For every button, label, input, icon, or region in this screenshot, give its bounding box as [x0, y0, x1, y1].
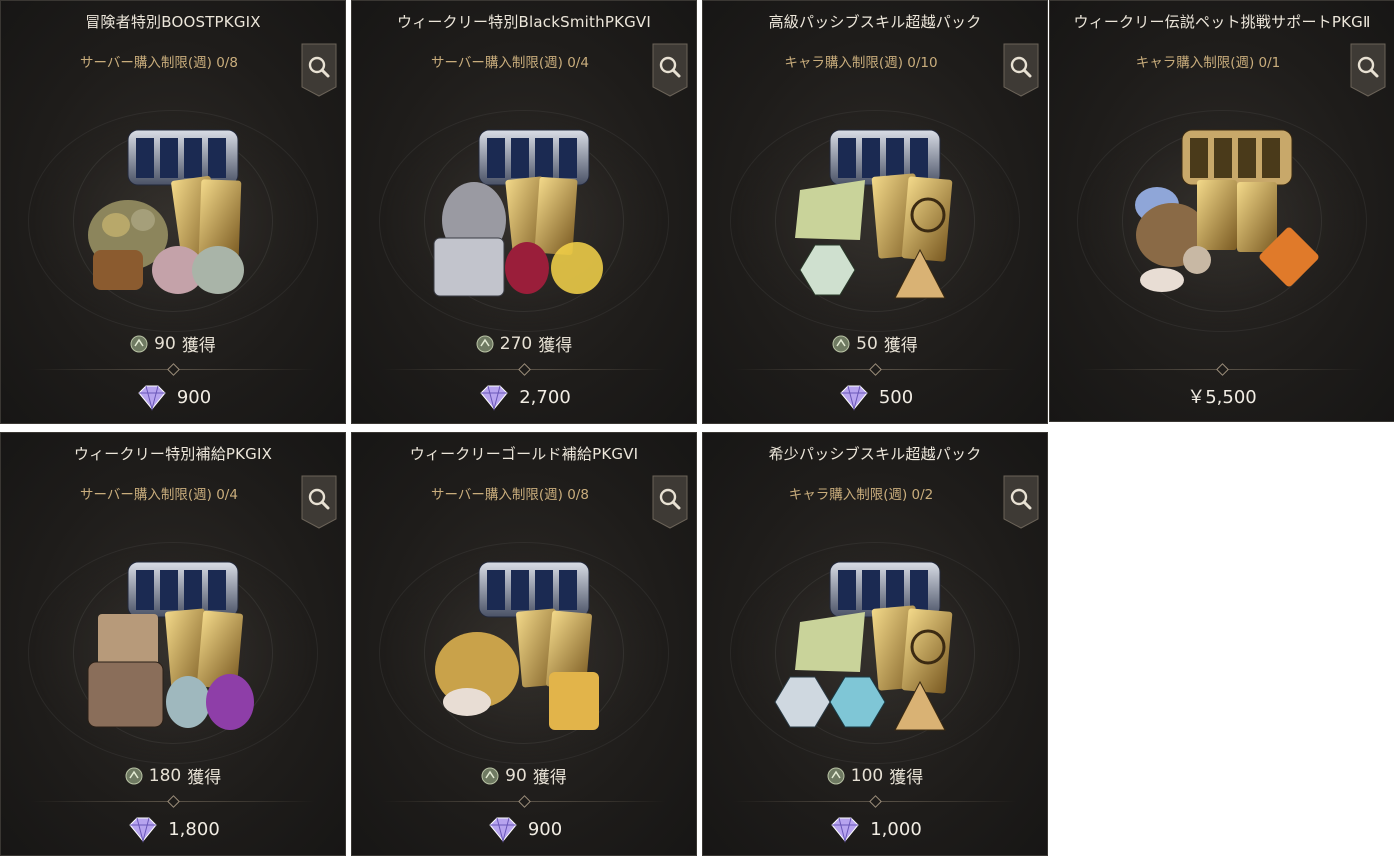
card-title: ウィークリー伝説ペット挑戦サポートPKGⅡ — [1073, 13, 1371, 31]
purchase-limit: キャラ購入制限(週) 0/1 — [1135, 55, 1281, 71]
price-value: 1,800 — [168, 818, 220, 840]
earned-points: 90 獲得 — [1, 331, 345, 356]
divider-ornament — [1216, 363, 1229, 376]
zoom-button[interactable] — [652, 475, 688, 529]
earned-points: 180 獲得 — [1, 763, 345, 788]
card-title: ウィークリーゴールド補給PKGVI — [409, 445, 639, 463]
earned-points: 90 獲得 — [352, 763, 696, 788]
shop-card-4[interactable]: ウィークリー伝説ペット挑戦サポートPKGⅡ キャラ購入制限(週) 0/1 ￥5,… — [1049, 0, 1394, 422]
card-title: 希少パッシブスキル超越パック — [768, 445, 982, 463]
zoom-button[interactable] — [1003, 475, 1039, 529]
magnifier-icon — [652, 475, 688, 529]
shop-card-7[interactable]: 希少パッシブスキル超越パック キャラ購入制限(週) 0/2 100 獲得 1,0… — [702, 432, 1048, 856]
package-art — [88, 129, 244, 294]
divider-ornament — [167, 795, 180, 808]
earn-label: 獲得 — [889, 768, 924, 788]
earn-label: 獲得 — [532, 768, 567, 788]
zoom-button[interactable] — [652, 43, 688, 97]
package-art — [774, 561, 953, 731]
package-art — [433, 129, 603, 297]
zoom-button[interactable] — [301, 475, 337, 529]
card-title: 高級パッシブスキル超越パック — [768, 13, 982, 31]
earned-points: 100 獲得 — [703, 763, 1047, 788]
card-title: ウィークリー特別補給PKGIX — [73, 445, 273, 463]
gem-icon — [489, 817, 517, 843]
package-art — [795, 129, 953, 299]
zoom-button[interactable] — [1003, 43, 1039, 97]
gem-icon — [129, 817, 157, 843]
earn-amount: 180 — [148, 765, 182, 786]
price-value: 900 — [176, 386, 212, 408]
shop-card-2[interactable]: ウィークリー特別BlackSmithPKGVI サーバー購入制限(週) 0/4 … — [351, 0, 697, 424]
price-value: 900 — [527, 818, 563, 840]
earn-amount: 50 — [856, 333, 878, 354]
purchase-limit: キャラ購入制限(週) 0/2 — [788, 487, 934, 503]
magnifier-icon — [1003, 475, 1039, 529]
divider-ornament — [518, 363, 531, 376]
earn-amount: 90 — [154, 333, 176, 354]
price: 500 — [703, 383, 1047, 411]
card-title: ウィークリー特別BlackSmithPKGVI — [396, 13, 652, 31]
price: 1,000 — [703, 815, 1047, 843]
gem-icon — [840, 385, 868, 411]
price: ￥5,500 — [1050, 383, 1394, 409]
coin-icon — [481, 767, 499, 784]
earn-label: 獲得 — [187, 768, 222, 788]
earned-points: 50 獲得 — [703, 331, 1047, 356]
package-art — [1135, 129, 1319, 292]
coin-icon — [832, 335, 850, 352]
coin-icon — [130, 335, 148, 352]
divider-ornament — [869, 795, 882, 808]
magnifier-icon — [301, 43, 337, 97]
shop-card-6[interactable]: ウィークリーゴールド補給PKGVI サーバー購入制限(週) 0/8 90 獲得 … — [351, 432, 697, 856]
gem-icon — [480, 385, 508, 411]
coin-icon — [476, 335, 494, 352]
price-value: 500 — [878, 386, 914, 408]
package-art — [435, 561, 599, 730]
price: 2,700 — [352, 383, 696, 411]
price: 900 — [352, 815, 696, 843]
price-value: 2,700 — [519, 386, 571, 408]
card-title: 冒険者特別BOOSTPKGIX — [85, 13, 261, 31]
earn-label: 獲得 — [883, 336, 918, 356]
gem-icon — [138, 385, 166, 411]
purchase-limit: サーバー購入制限(週) 0/8 — [431, 487, 589, 503]
purchase-limit: サーバー購入制限(週) 0/4 — [431, 55, 589, 71]
earn-label: 獲得 — [181, 336, 216, 356]
price: 1,800 — [1, 815, 345, 843]
earn-amount: 100 — [850, 765, 884, 786]
divider-ornament — [518, 795, 531, 808]
zoom-button[interactable] — [1350, 43, 1386, 97]
divider-ornament — [167, 363, 180, 376]
earn-label: 獲得 — [538, 336, 573, 356]
purchase-limit: サーバー購入制限(週) 0/4 — [80, 487, 238, 503]
gem-icon — [831, 817, 859, 843]
earn-amount: 270 — [499, 333, 533, 354]
price-value: ￥5,500 — [1187, 387, 1257, 408]
purchase-limit: キャラ購入制限(週) 0/10 — [784, 55, 938, 71]
magnifier-icon — [652, 43, 688, 97]
zoom-button[interactable] — [301, 43, 337, 97]
purchase-limit: サーバー購入制限(週) 0/8 — [80, 55, 238, 71]
magnifier-icon — [1003, 43, 1039, 97]
price-value: 1,000 — [870, 818, 922, 840]
shop-card-1[interactable]: 冒険者特別BOOSTPKGIX サーバー購入制限(週) 0/8 90 獲得 90… — [0, 0, 346, 424]
shop-card-3[interactable]: 高級パッシブスキル超越パック キャラ購入制限(週) 0/10 50 獲得 500 — [702, 0, 1048, 424]
coin-icon — [125, 767, 143, 784]
magnifier-icon — [1350, 43, 1386, 97]
earn-amount: 90 — [505, 765, 527, 786]
price: 900 — [1, 383, 345, 411]
magnifier-icon — [301, 475, 337, 529]
coin-icon — [827, 767, 845, 784]
package-art — [87, 561, 254, 730]
shop-card-5[interactable]: ウィークリー特別補給PKGIX サーバー購入制限(週) 0/4 180 獲得 1… — [0, 432, 346, 856]
earned-points: 270 獲得 — [352, 331, 696, 356]
divider-ornament — [869, 363, 882, 376]
